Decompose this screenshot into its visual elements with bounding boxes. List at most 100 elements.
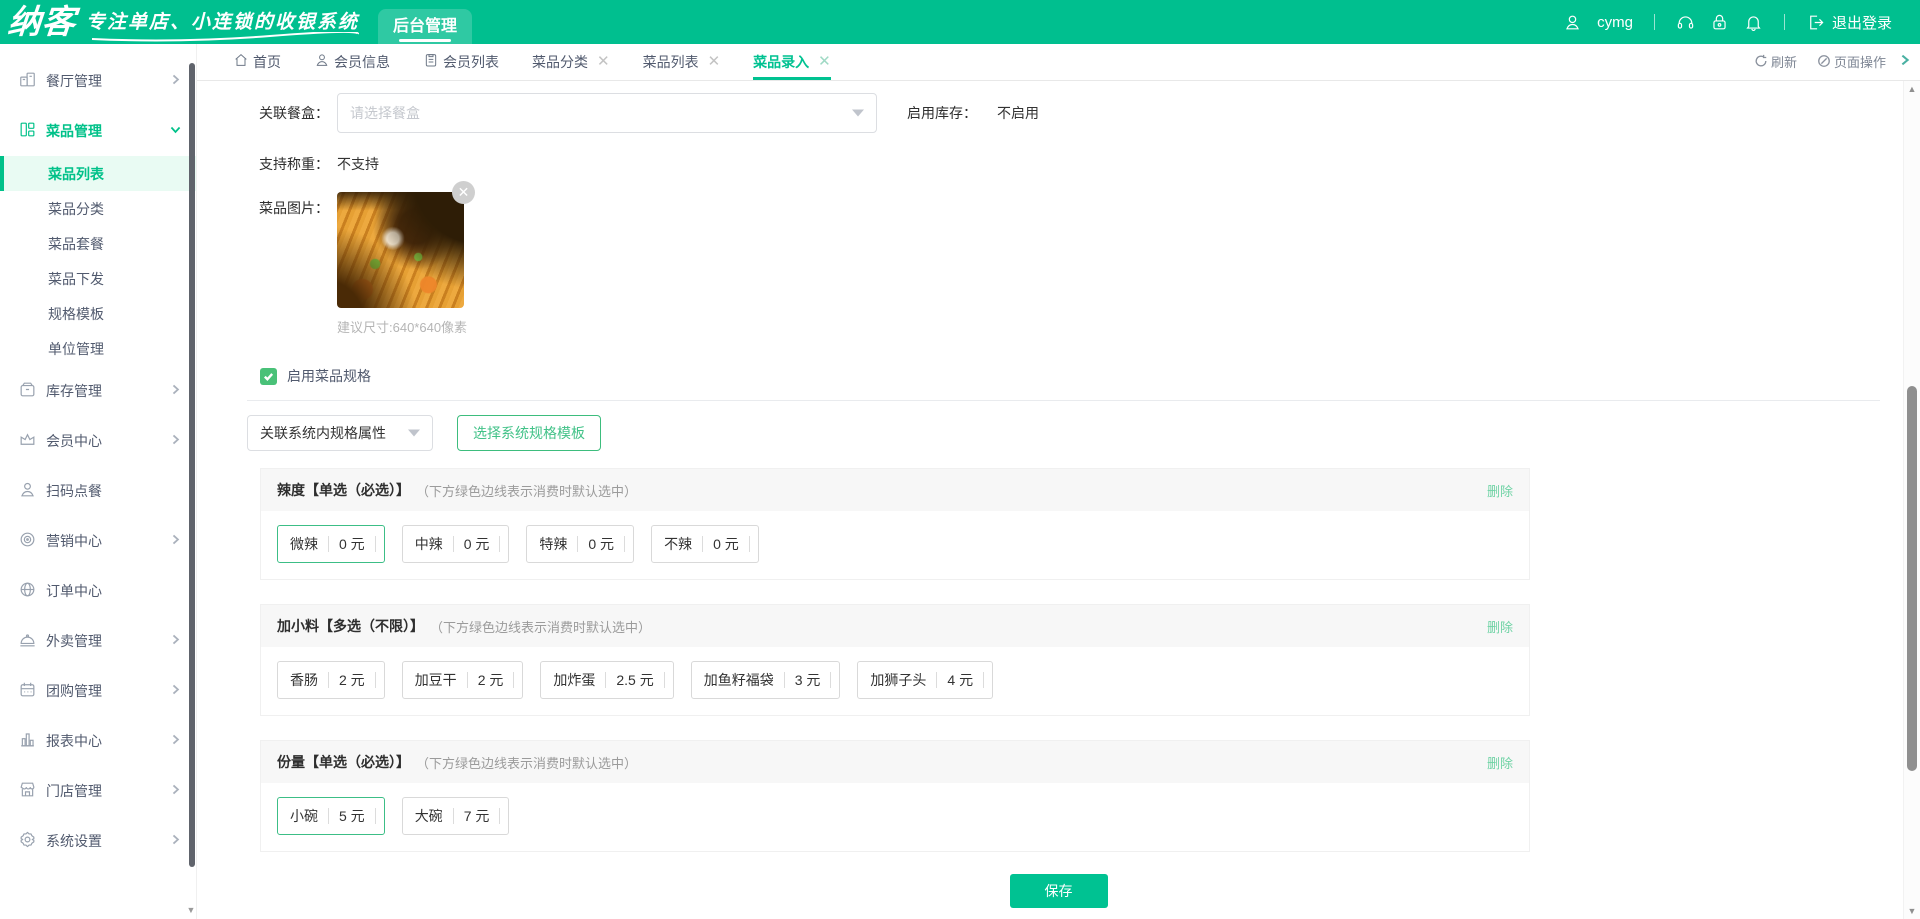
dish-image-wrap: ✕ bbox=[337, 192, 464, 308]
divider bbox=[702, 536, 703, 552]
sidebar-subitem-dish-combo[interactable]: 菜品套餐 bbox=[0, 226, 196, 261]
option-price[interactable]: 4 元 bbox=[947, 670, 973, 690]
choose-spec-template-button[interactable]: 选择系统规格模板 bbox=[457, 415, 601, 451]
logout-icon bbox=[1806, 13, 1825, 32]
option-price[interactable]: 7 元 bbox=[464, 806, 490, 826]
spec-option-chip[interactable]: 中辣0 元 bbox=[402, 525, 510, 563]
sidebar-item-member-center[interactable]: 会员中心 bbox=[0, 416, 196, 466]
option-name: 加鱼籽福袋 bbox=[704, 670, 774, 690]
sidebar-subitem-spec-template[interactable]: 规格模板 bbox=[0, 296, 196, 331]
option-name: 香肠 bbox=[290, 670, 318, 690]
tab-dish-list[interactable]: 菜品列表✕ bbox=[643, 44, 721, 80]
tab-dish-category[interactable]: 菜品分类 ✕ bbox=[532, 44, 610, 80]
option-name: 加炸蛋 bbox=[553, 670, 595, 690]
sidebar-subitem-dish-category[interactable]: 菜品分类 bbox=[0, 191, 196, 226]
sidebar-scroll-down-arrow[interactable]: ▼ bbox=[186, 905, 196, 915]
divider bbox=[513, 672, 514, 688]
option-price[interactable]: 0 元 bbox=[588, 534, 614, 554]
bell-icon[interactable] bbox=[1744, 13, 1763, 32]
open-tabs-bar: 首页会员信息会员列表菜品分类✕菜品列表✕菜品录入✕ 刷新 页面操作 bbox=[197, 44, 1920, 81]
member-icon bbox=[314, 52, 334, 71]
option-price[interactable]: 0 元 bbox=[339, 534, 365, 554]
enable-spec-label: 启用菜品规格 bbox=[287, 366, 371, 386]
divider bbox=[1784, 14, 1785, 30]
image-size-hint: 建议尺寸:640*640像素 bbox=[337, 317, 467, 336]
page-scrollbar[interactable]: ▲ ▼ bbox=[1903, 81, 1920, 919]
sidebar-subitem-dish-list[interactable]: 菜品列表 bbox=[0, 156, 196, 191]
scroll-up-arrow[interactable]: ▲ bbox=[1904, 84, 1920, 94]
sidebar-subitem-unit-mgmt[interactable]: 单位管理 bbox=[0, 331, 196, 366]
sidebar-item-inventory-mgmt[interactable]: 库存管理 bbox=[0, 366, 196, 416]
tab-home[interactable]: 首页 bbox=[233, 44, 281, 80]
tab-dish-entry[interactable]: 菜品录入 ✕ bbox=[753, 44, 831, 80]
delete-spec-group-button[interactable]: 删除 bbox=[1487, 481, 1513, 500]
sidebar-item-marketing-center[interactable]: 营销中心 bbox=[0, 516, 196, 566]
tagline-underline-swoosh bbox=[90, 32, 360, 42]
spec-option-chip[interactable]: 大碗7 元 bbox=[402, 797, 510, 835]
option-price[interactable]: 0 元 bbox=[464, 534, 490, 554]
spec-group-header: 加小料【多选（不限）】（下方绿色边线表示消费时默认选中）删除 bbox=[261, 605, 1529, 647]
sidebar-item-store-mgmt[interactable]: 门店管理 bbox=[0, 766, 196, 816]
settings-icon bbox=[18, 830, 37, 852]
spec-option-chip[interactable]: 加豆干2 元 bbox=[402, 661, 524, 699]
sidebar-item-order-center[interactable]: 订单中心 bbox=[0, 566, 196, 616]
spec-group-header: 辣度【单选（必选）】（下方绿色边线表示消费时默认选中）删除 bbox=[261, 469, 1529, 511]
spec-option-chip[interactable]: 不辣0 元 bbox=[651, 525, 759, 563]
delete-spec-group-button[interactable]: 删除 bbox=[1487, 617, 1513, 636]
refresh-button[interactable]: 刷新 bbox=[1754, 52, 1797, 71]
logout-label: 退出登录 bbox=[1832, 12, 1892, 33]
spec-option-chip[interactable]: 微辣0 元 bbox=[277, 525, 385, 563]
spec-groups: 辣度【单选（必选）】（下方绿色边线表示消费时默认选中）删除微辣0 元中辣0 元特… bbox=[247, 468, 1860, 852]
option-price[interactable]: 2 元 bbox=[339, 670, 365, 690]
sidebar-nav: 餐厅管理菜品管理菜品列表菜品分类菜品套餐菜品下发规格模板单位管理库存管理会员中心… bbox=[0, 56, 196, 866]
remove-image-button[interactable]: ✕ bbox=[452, 181, 475, 204]
option-name: 小碗 bbox=[290, 806, 318, 826]
logout-button[interactable]: 退出登录 bbox=[1806, 12, 1892, 33]
sidebar-item-takeout-mgmt[interactable]: 外卖管理 bbox=[0, 616, 196, 666]
headset-icon[interactable] bbox=[1676, 13, 1695, 32]
option-price[interactable]: 2 元 bbox=[478, 670, 504, 690]
tabs-overflow-chevron[interactable] bbox=[1898, 53, 1912, 72]
enable-spec-checkbox[interactable] bbox=[260, 368, 277, 385]
option-price[interactable]: 0 元 bbox=[713, 534, 739, 554]
tab-label: 菜品分类 bbox=[532, 52, 588, 72]
sidebar-item-scan-order[interactable]: 扫码点餐 bbox=[0, 466, 196, 516]
tab-member-list[interactable]: 会员列表 bbox=[423, 44, 499, 80]
username[interactable]: cymg bbox=[1597, 14, 1633, 31]
sidebar-item-dish-mgmt[interactable]: 菜品管理 bbox=[0, 106, 196, 156]
lock-icon[interactable] bbox=[1710, 13, 1729, 32]
option-price[interactable]: 2.5 元 bbox=[616, 670, 653, 690]
sidebar-item-groupbuy-mgmt[interactable]: 团购管理 bbox=[0, 666, 196, 716]
spec-option-chip[interactable]: 香肠 2 元 bbox=[277, 661, 385, 699]
sidebar-subitem-dish-dispatch[interactable]: 菜品下发 bbox=[0, 261, 196, 296]
tab-close-icon[interactable]: ✕ bbox=[708, 54, 721, 69]
save-button[interactable]: 保存 bbox=[1010, 874, 1108, 908]
spec-option-chip[interactable]: 加炸蛋 2.5 元 bbox=[540, 661, 673, 699]
divider bbox=[467, 672, 468, 688]
dishbox-select[interactable]: 请选择餐盒 bbox=[337, 93, 877, 133]
option-price[interactable]: 3 元 bbox=[795, 670, 821, 690]
scroll-down-arrow[interactable]: ▼ bbox=[1904, 906, 1920, 916]
refresh-label: 刷新 bbox=[1771, 52, 1797, 71]
spec-attribute-select[interactable]: 关联系统内规格属性 bbox=[247, 415, 433, 451]
sidebar-item-system-settings[interactable]: 系统设置 bbox=[0, 816, 196, 866]
page-operations-button[interactable]: 页面操作 bbox=[1817, 52, 1886, 71]
spec-option-chip[interactable]: 特辣0 元 bbox=[526, 525, 634, 563]
sidebar-scrollbar-thumb[interactable] bbox=[189, 63, 195, 867]
sidebar-item-restaurant-mgmt[interactable]: 餐厅管理 bbox=[0, 56, 196, 106]
option-price[interactable]: 5 元 bbox=[339, 806, 365, 826]
tab-close-icon[interactable]: ✕ bbox=[597, 54, 610, 69]
sidebar-item-report-center[interactable]: 报表中心 bbox=[0, 716, 196, 766]
tab-member-info[interactable]: 会员信息 bbox=[314, 44, 390, 80]
spec-option-chip[interactable]: 加鱼籽福袋 3 元 bbox=[691, 661, 841, 699]
spec-option-chip[interactable]: 小碗 5 元 bbox=[277, 797, 385, 835]
tab-label: 菜品录入 bbox=[753, 52, 809, 72]
tab-close-icon[interactable]: ✕ bbox=[818, 54, 831, 69]
dishbox-row: 关联餐盒： 请选择餐盒 启用库存： 不启用 bbox=[247, 93, 1860, 133]
divider bbox=[749, 536, 750, 552]
sidebar-item-label: 系统设置 bbox=[46, 831, 169, 851]
nav-tab-backend-admin[interactable]: 后台管理 bbox=[378, 9, 472, 44]
page-scrollbar-thumb[interactable] bbox=[1907, 386, 1917, 771]
delete-spec-group-button[interactable]: 删除 bbox=[1487, 753, 1513, 772]
spec-option-chip[interactable]: 加狮子头4 元 bbox=[857, 661, 993, 699]
